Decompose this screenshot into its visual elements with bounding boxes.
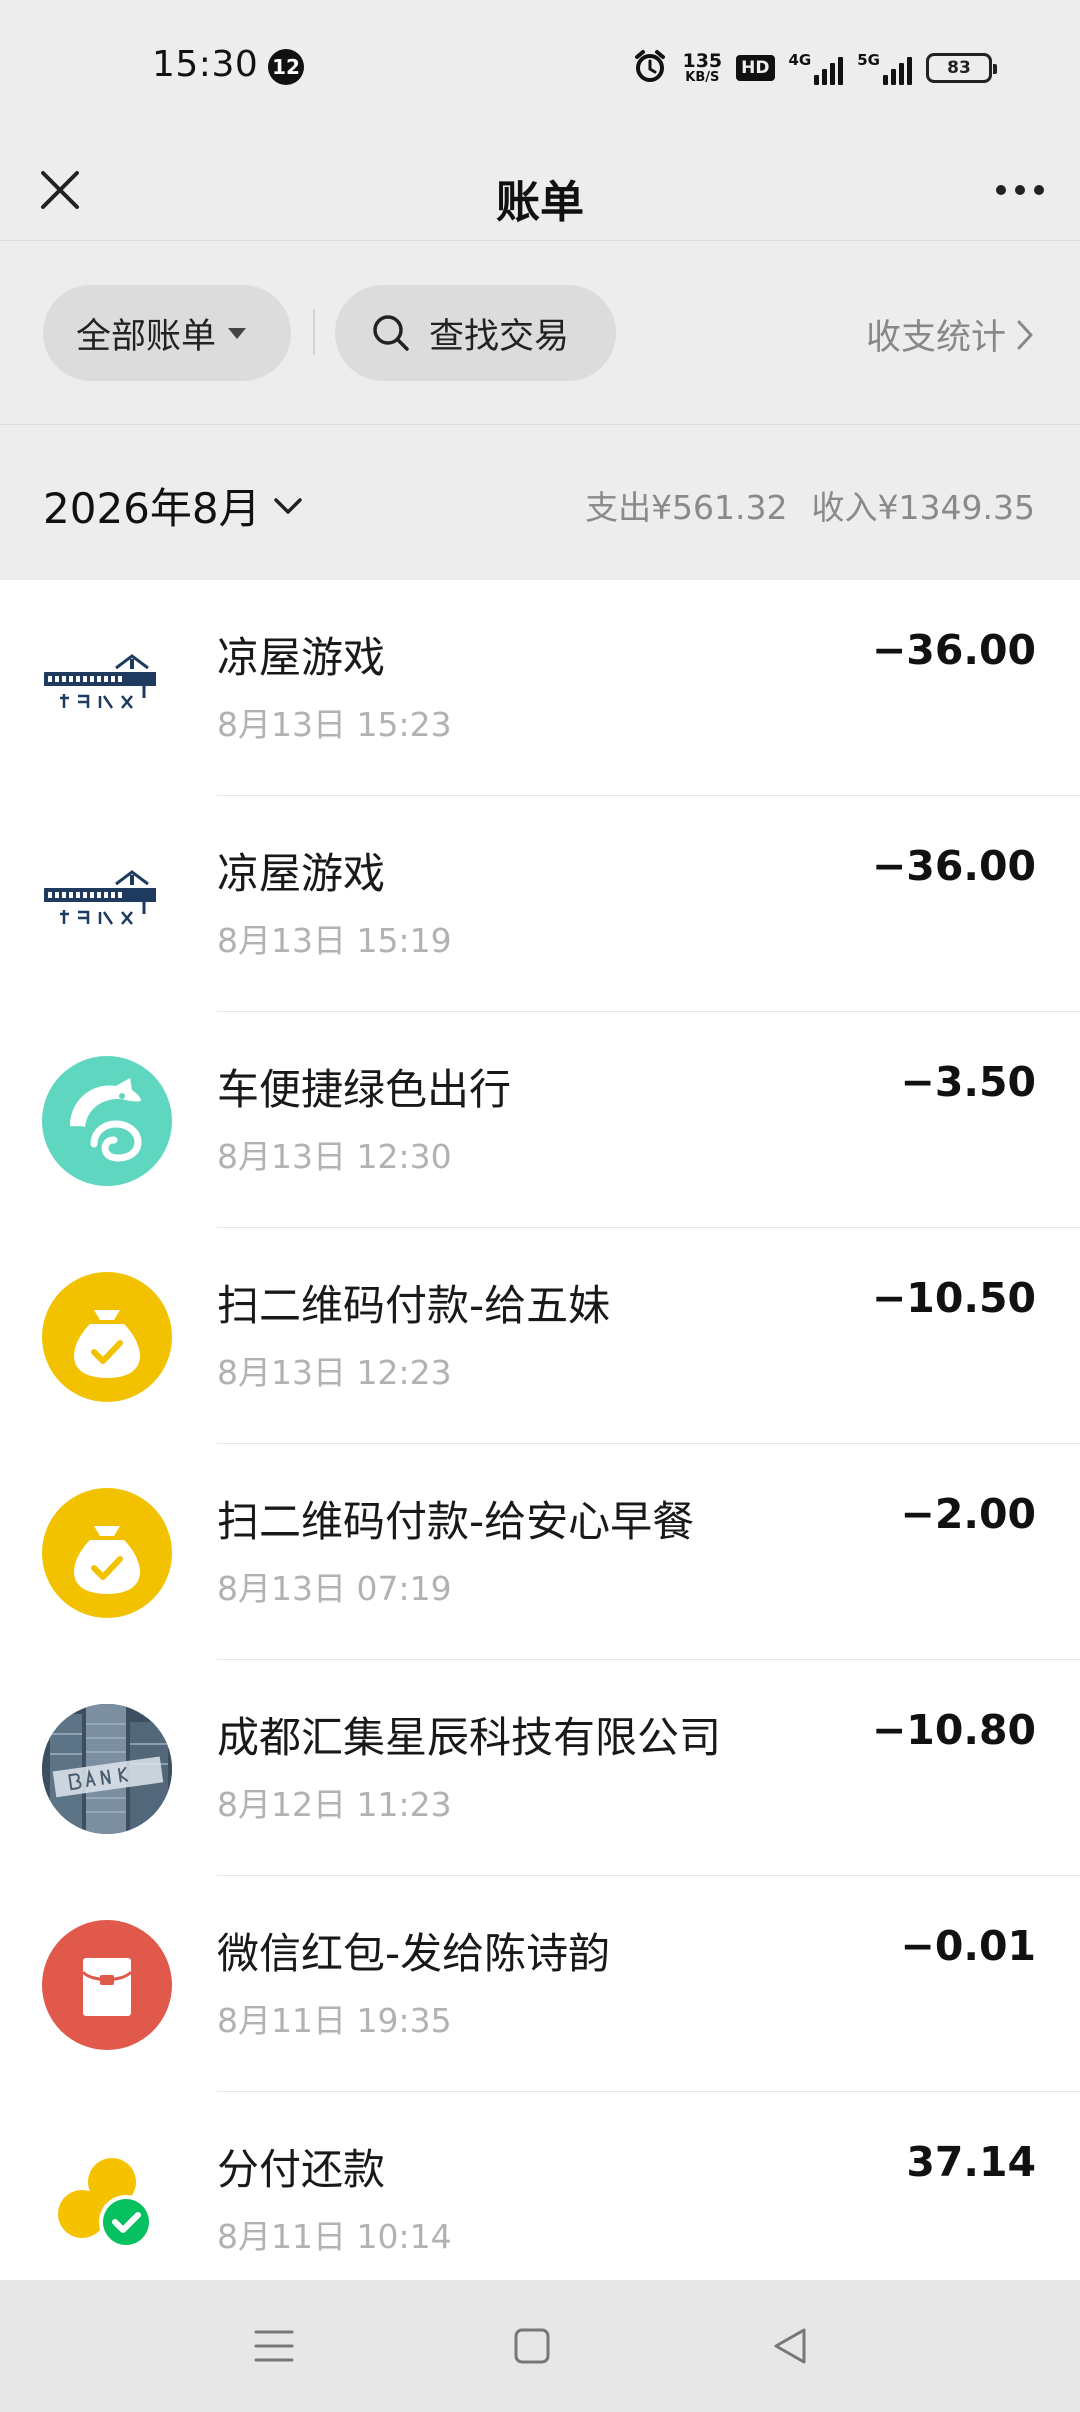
transaction-row[interactable]: 扫二维码付款-给五妹 8月13日 12:23 −10.50	[0, 1228, 1080, 1444]
home-icon	[514, 2328, 550, 2364]
status-time: 15:30	[152, 44, 259, 85]
back-button[interactable]	[758, 2314, 822, 2378]
transaction-time: 8月13日 12:30	[217, 1137, 452, 1176]
transaction-amount: −36.00	[871, 842, 1036, 890]
network-speed-value: 135	[682, 50, 723, 72]
chevron-right-icon	[1017, 320, 1033, 349]
red-packet-icon	[42, 1920, 172, 2050]
all-bills-label: 全部账单	[76, 316, 217, 357]
transaction-row[interactable]: 分付还款 8月11日 10:14 37.14	[0, 2092, 1080, 2280]
page-title: 账单	[496, 177, 584, 228]
transaction-time: 8月11日 19:35	[217, 2001, 452, 2040]
transaction-amount: 37.14	[906, 2138, 1036, 2186]
transaction-row[interactable]: 车便捷绿色出行 8月13日 12:30 −3.50	[0, 1012, 1080, 1228]
transaction-amount: −2.00	[900, 1490, 1036, 1538]
search-label: 查找交易	[429, 316, 570, 357]
chillyroom-logo-icon	[42, 840, 172, 970]
transaction-title: 扫二维码付款-给五妹	[217, 1281, 611, 1330]
transaction-time: 8月13日 12:23	[217, 1353, 452, 1392]
menu-icon	[254, 2330, 294, 2362]
search-icon	[373, 315, 409, 351]
month-summary: 支出¥561.32 收入¥1349.35	[585, 481, 1035, 529]
transaction-title: 凉屋游戏	[217, 849, 386, 898]
fenfu-repay-icon	[42, 2136, 172, 2266]
transaction-title: 成都汇集星辰科技有限公司	[217, 1713, 722, 1762]
signal-5g-icon: 5G	[857, 51, 912, 85]
dolphin-logo-icon	[42, 1056, 172, 1186]
signal-4g-label: 4G	[788, 51, 812, 69]
nav-bar: 账单	[0, 140, 1080, 240]
transaction-amount: −0.01	[900, 1922, 1036, 1970]
transaction-time: 8月11日 10:14	[217, 2217, 452, 2256]
alarm-clock-icon	[632, 48, 668, 88]
menu-button[interactable]	[242, 2314, 306, 2378]
more-dot-icon	[1015, 185, 1025, 195]
transaction-amount: −3.50	[900, 1058, 1036, 1106]
status-bar: 15:30 12 135 KB/S HD 4G 5G 83	[0, 0, 1080, 140]
money-bag-icon	[42, 1488, 172, 1618]
transaction-row[interactable]: 凉屋游戏 8月13日 15:19 −36.00	[0, 796, 1080, 1012]
transaction-amount: −10.80	[871, 1706, 1036, 1754]
more-dot-icon	[996, 185, 1006, 195]
transaction-list: 凉屋游戏 8月13日 15:23 −36.00 凉屋游戏 8月13日 15:19…	[0, 580, 1080, 2280]
transaction-time: 8月13日 15:23	[217, 705, 452, 744]
transaction-time: 8月12日 11:23	[217, 1785, 452, 1824]
chevron-down-icon	[273, 497, 302, 514]
money-bag-icon	[42, 1272, 172, 1402]
search-transactions-button[interactable]: 查找交易	[335, 285, 616, 381]
month-header: 2026年8月 支出¥561.32 收入¥1349.35	[0, 425, 1080, 580]
signal-5g-label: 5G	[857, 51, 880, 69]
hd-voice-icon: HD	[736, 55, 775, 81]
battery-level: 83	[947, 58, 971, 78]
stats-label: 收支统计	[865, 318, 1006, 358]
more-dot-icon	[1034, 185, 1044, 195]
network-speed-unit: KB/S	[685, 70, 720, 85]
transaction-row[interactable]: 成都汇集星辰科技有限公司 8月12日 11:23 −10.80	[0, 1660, 1080, 1876]
status-indicators: 135 KB/S HD 4G 5G 83	[632, 46, 997, 90]
transaction-time: 8月13日 07:19	[217, 1569, 452, 1608]
battery-icon: 83	[926, 53, 997, 83]
transaction-title: 分付还款	[217, 2145, 386, 2194]
month-selector[interactable]: 2026年8月	[43, 475, 303, 536]
month-label: 2026年8月	[43, 484, 261, 533]
home-button[interactable]	[500, 2314, 564, 2378]
signal-4g-icon: 4G	[789, 51, 844, 85]
transaction-title: 凉屋游戏	[217, 633, 386, 682]
caret-down-icon	[228, 327, 247, 339]
month-expense: 支出¥561.32	[585, 488, 788, 527]
notification-count-badge: 12	[268, 49, 304, 85]
transaction-title: 扫二维码付款-给安心早餐	[217, 1497, 695, 1546]
transaction-title: 微信红包-发给陈诗韵	[217, 1929, 611, 1978]
system-nav-bar	[0, 2280, 1080, 2412]
transaction-amount: −36.00	[871, 626, 1036, 674]
bank-photo-icon	[42, 1704, 172, 1834]
pill-separator	[313, 309, 315, 355]
transaction-time: 8月13日 15:19	[217, 921, 452, 960]
transaction-row[interactable]: 凉屋游戏 8月13日 15:23 −36.00	[0, 580, 1080, 796]
transaction-amount: −10.50	[871, 1274, 1036, 1322]
transaction-title: 车便捷绿色出行	[217, 1065, 512, 1114]
chillyroom-logo-icon	[42, 624, 172, 754]
income-expense-stats-link[interactable]: 收支统计	[866, 309, 1034, 360]
all-bills-filter-button[interactable]: 全部账单	[43, 285, 291, 381]
month-income: 收入¥1349.35	[811, 488, 1035, 527]
more-options-button[interactable]	[986, 156, 1054, 224]
filter-row: 全部账单 查找交易 收支统计	[0, 241, 1080, 424]
network-speed: 135 KB/S	[682, 50, 723, 85]
transaction-row[interactable]: 微信红包-发给陈诗韵 8月11日 19:35 −0.01	[0, 1876, 1080, 2092]
back-icon	[774, 2328, 806, 2364]
transaction-row[interactable]: 扫二维码付款-给安心早餐 8月13日 07:19 −2.00	[0, 1444, 1080, 1660]
